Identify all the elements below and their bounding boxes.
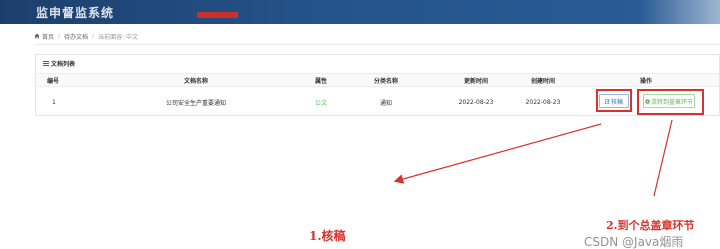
table-header: 编号 文档名称 属性 分类名称 更新时间 创建时间 操作 — [36, 73, 719, 87]
watermark: CSDN @Java烟雨 — [584, 235, 684, 249]
header-fade — [640, 0, 720, 24]
cell-updated: 2022-08-23 — [458, 98, 494, 106]
col-header-actions: 操作 — [639, 77, 652, 85]
home-icon — [34, 33, 40, 39]
annotation-box-review — [596, 89, 632, 112]
col-header-id: 编号 — [47, 77, 60, 85]
breadcrumb-home-label: 首页 — [42, 33, 55, 41]
breadcrumb: 首页 / 待办文档 / 当前面容: 中文 — [34, 28, 720, 45]
cell-id: 1 — [52, 98, 56, 106]
cell-name: 公司安全生产重要通知 — [165, 99, 226, 107]
cell-category: 通知 — [379, 99, 392, 107]
col-header-updated: 更新时间 — [463, 77, 488, 85]
arrow-to-label-1 — [393, 123, 602, 184]
breadcrumb-section[interactable]: 待办文档 — [64, 32, 88, 41]
col-header-name: 文档名称 — [183, 77, 208, 85]
col-header-created: 创建时间 — [530, 77, 555, 85]
annotation-label-seal: 2.到个总盖章环节 — [606, 219, 695, 232]
breadcrumb-separator: / — [92, 32, 95, 40]
panel-title-label: 文档列表 — [51, 61, 76, 68]
header-red-marker — [197, 12, 238, 18]
annotation-label-review: 1.核稿 — [309, 229, 346, 243]
breadcrumb-separator: / — [58, 32, 61, 40]
panel-title: 文档列表 — [43, 59, 75, 68]
app-title: 监申督监系统 — [36, 6, 115, 20]
list-icon — [43, 61, 49, 66]
col-header-category: 分类名称 — [373, 77, 398, 85]
cell-attribute[interactable]: 公文 — [301, 89, 341, 115]
breadcrumb-home[interactable]: 首页 — [34, 32, 54, 41]
cell-created: 2022-08-23 — [525, 98, 561, 106]
arrow-to-label-2 — [653, 119, 673, 197]
annotation-box-seal — [637, 89, 704, 115]
breadcrumb-current: 当前面容: 中文 — [98, 33, 139, 41]
app-header: 监申督监系统 — [0, 0, 720, 24]
col-header-attribute: 属性 — [314, 77, 327, 85]
